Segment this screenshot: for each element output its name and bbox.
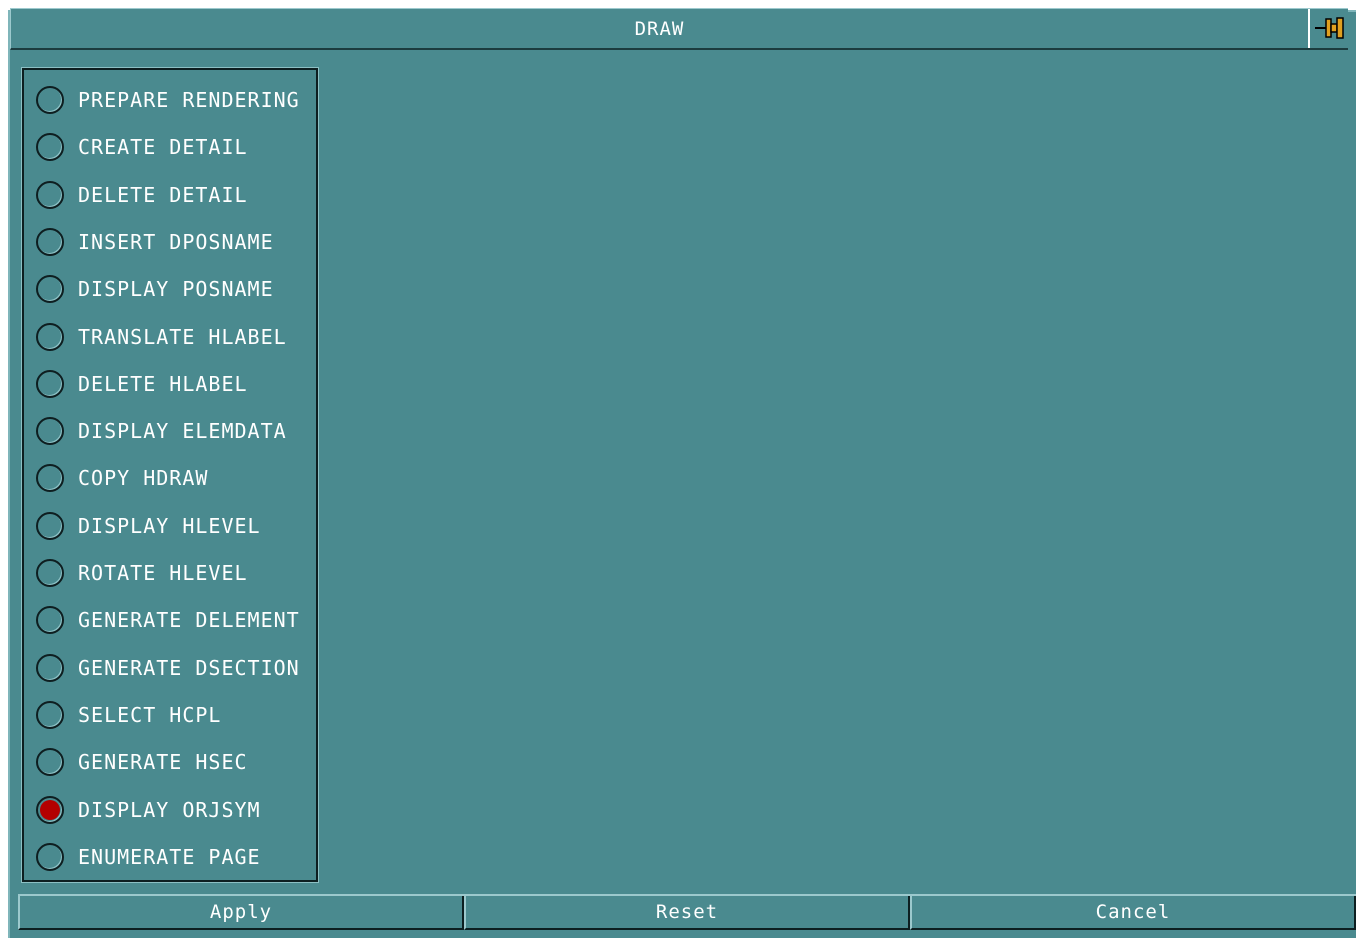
radio-option-label: CREATE DETAIL (78, 135, 248, 160)
radio-button-checked[interactable] (36, 795, 64, 824)
radio-button[interactable] (36, 700, 64, 729)
radio-option-label: TRANSLATE HLABEL (78, 324, 287, 349)
radio-option[interactable]: GENERATE HSEC (36, 744, 316, 784)
radio-option-label: PREPARE RENDERING (78, 88, 300, 112)
radio-option[interactable]: GENERATE DSECTION (36, 650, 316, 690)
radio-option-label: DISPLAY ELEMDATA (78, 419, 287, 444)
radio-button[interactable] (36, 748, 64, 777)
radio-option-label: ENUMERATE PAGE (78, 844, 261, 869)
radio-option[interactable]: DISPLAY ORJSYM (36, 792, 316, 832)
radio-option[interactable]: PREPARE RENDERING (36, 82, 316, 122)
radio-option[interactable]: DELETE HLABEL (36, 366, 316, 406)
radio-option[interactable]: ENUMERATE PAGE (36, 839, 316, 879)
radio-option[interactable]: COPY HDRAW (36, 460, 316, 500)
radio-button[interactable] (36, 275, 64, 304)
radio-option-label: INSERT DPOSNAME (78, 229, 274, 254)
radio-button[interactable] (36, 559, 64, 587)
radio-button[interactable] (36, 322, 64, 351)
radio-button[interactable] (36, 227, 64, 256)
window-title: DRAW (634, 18, 685, 40)
radio-option-label: GENERATE HSEC (78, 750, 248, 775)
radio-button[interactable] (36, 842, 64, 871)
radio-option-label: DELETE HLABEL (78, 371, 248, 396)
cancel-button[interactable]: Cancel (910, 896, 1356, 930)
radio-button[interactable] (36, 417, 64, 446)
radio-button[interactable] (36, 511, 64, 540)
radio-option[interactable]: CREATE DETAIL (36, 129, 316, 169)
radio-option-label: DISPLAY POSNAME (78, 277, 274, 302)
radio-button[interactable] (36, 653, 64, 682)
title-bar: DRAW (10, 8, 1348, 50)
radio-option-label: GENERATE DSECTION (78, 655, 300, 680)
radio-button[interactable] (36, 133, 64, 162)
pin-icon[interactable] (1308, 9, 1348, 48)
radio-option-label: SELECT HCPL (78, 702, 222, 727)
radio-option-label: COPY HDRAW (78, 466, 209, 491)
radio-option[interactable]: DISPLAY HLEVEL (36, 508, 316, 548)
radio-option-label: DISPLAY HLEVEL (78, 513, 261, 538)
reset-button[interactable]: Reset (464, 896, 910, 930)
radio-button[interactable] (36, 180, 64, 209)
button-bar: Apply Reset Cancel (18, 894, 1356, 930)
radio-button[interactable] (36, 464, 64, 493)
command-radio-list: PREPARE RENDERING CREATE DETAIL DELETE DET… (21, 67, 319, 883)
radio-option-label: DISPLAY ORJSYM (78, 797, 261, 822)
radio-button[interactable] (36, 606, 64, 635)
radio-option[interactable]: DISPLAY ELEMDATA (36, 413, 316, 453)
radio-option-label: ROTATE HLEVEL (78, 561, 248, 585)
radio-option-label: GENERATE DELEMENT (78, 608, 300, 633)
radio-button[interactable] (36, 369, 64, 398)
radio-option[interactable]: ROTATE HLEVEL (36, 555, 316, 595)
radio-option[interactable]: TRANSLATE HLABEL (36, 319, 316, 359)
apply-button[interactable]: Apply (18, 896, 464, 930)
radio-option-label: DELETE DETAIL (78, 182, 248, 207)
radio-option[interactable]: GENERATE DELEMENT (36, 602, 316, 642)
radio-button[interactable] (36, 86, 64, 114)
radio-option[interactable]: SELECT HCPL (36, 697, 316, 737)
radio-option[interactable]: DELETE DETAIL (36, 177, 316, 217)
radio-option[interactable]: DISPLAY POSNAME (36, 271, 316, 311)
radio-option[interactable]: INSERT DPOSNAME (36, 224, 316, 264)
